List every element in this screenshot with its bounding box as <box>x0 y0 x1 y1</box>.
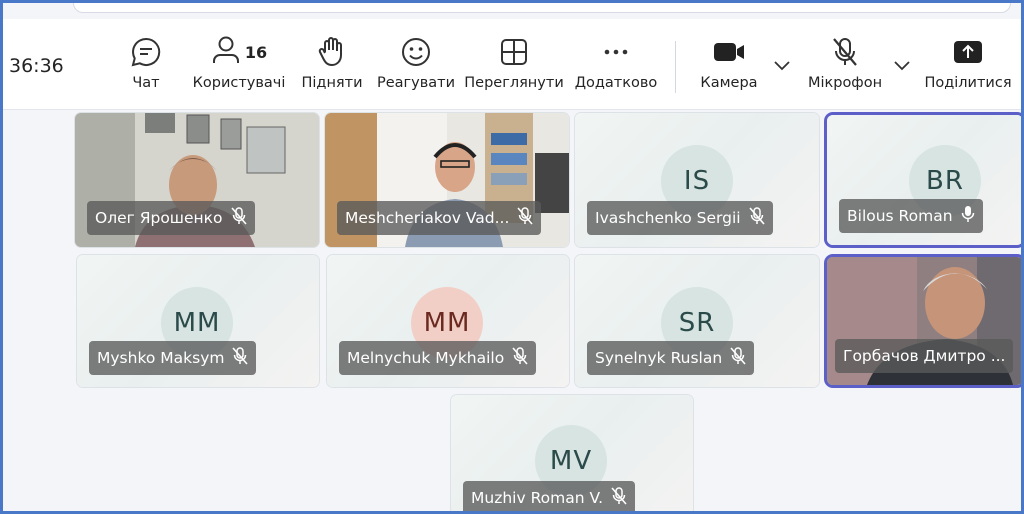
toolbar-divider <box>675 41 676 93</box>
chat-label: Чат <box>132 75 160 91</box>
participant-tile[interactable]: Горбачов Дмитро ... <box>827 257 1021 385</box>
chat-icon <box>130 35 162 69</box>
participant-name: Synelnyk Ruslan <box>595 349 723 367</box>
participant-nametag: Горбачов Дмитро ... <box>835 339 1014 373</box>
participant-name: Muzhiv Roman V. <box>471 489 603 507</box>
participant-name: Горбачов Дмитро ... <box>843 347 1006 365</box>
participant-tile[interactable]: MM Myshko Maksym <box>77 255 319 387</box>
participant-nametag: Muzhiv Roman V. <box>463 481 635 511</box>
participant-nametag: Meshcheriakov Vad... <box>337 201 542 235</box>
participant-tile[interactable]: BR Bilous Roman <box>827 115 1021 245</box>
participant-nametag: Ivashchenko Sergii <box>587 201 773 235</box>
more-icon <box>601 35 631 69</box>
mic-muted-icon <box>509 207 534 229</box>
hand-icon <box>317 35 347 69</box>
more-label: Додатково <box>574 75 658 91</box>
participant-name: Ivashchenko Sergii <box>595 209 741 227</box>
raise-hand-label: Підняти <box>301 75 363 91</box>
meeting-toolbar: 36:36 Чат 16 Користувачі Підняти Реагува… <box>3 19 1021 110</box>
camera-options-chevron-icon[interactable] <box>773 57 791 76</box>
camera-label: Камера <box>700 75 758 91</box>
participant-tile[interactable]: SR Synelnyk Ruslan <box>575 255 819 387</box>
raise-hand-button[interactable]: Підняти <box>299 35 365 99</box>
mic-muted-icon <box>504 347 528 369</box>
meeting-window: 36:36 Чат 16 Користувачі Підняти Реагува… <box>0 0 1024 514</box>
camera-button[interactable]: Камера <box>697 35 761 99</box>
chat-button[interactable]: Чат <box>125 35 167 99</box>
top-strip <box>73 3 1011 13</box>
people-icon <box>211 35 241 69</box>
mic-muted-icon <box>741 207 765 229</box>
mic-options-chevron-icon[interactable] <box>893 57 911 76</box>
react-button[interactable]: Реагувати <box>377 35 455 99</box>
grid-view-icon <box>499 35 529 69</box>
participant-name: Meshcheriakov Vad... <box>345 209 510 227</box>
participant-tile[interactable]: IS Ivashchenko Sergii <box>575 113 819 247</box>
participant-nametag: Synelnyk Ruslan <box>587 341 755 375</box>
mic-muted-icon <box>223 207 247 229</box>
participant-nametag: Melnychuk Mykhailo <box>339 341 537 375</box>
mic-muted-icon <box>603 487 627 509</box>
meeting-timer: 36:36 <box>9 55 64 77</box>
people-count: 16 <box>244 42 268 62</box>
microphone-label: Мікрофон <box>807 75 883 91</box>
participant-name: Myshko Maksym <box>97 349 225 367</box>
view-label: Переглянути <box>464 75 564 91</box>
participant-name: Bilous Roman <box>847 207 953 225</box>
participant-name: Melnychuk Mykhailo <box>347 349 505 367</box>
share-button[interactable]: Поділитися <box>923 35 1013 99</box>
camera-icon <box>712 35 746 69</box>
mic-muted-icon <box>224 347 249 369</box>
participant-nametag: Bilous Roman <box>839 199 983 233</box>
people-label: Користувачі <box>192 75 286 91</box>
participant-tile[interactable]: Meshcheriakov Vad... <box>325 113 569 247</box>
participant-nametag: Олег Ярошенко <box>87 201 255 235</box>
microphone-button[interactable]: Мікрофон <box>803 35 887 99</box>
mic-muted-icon <box>722 347 746 369</box>
view-button[interactable]: Переглянути <box>464 35 564 99</box>
smiley-icon <box>400 35 432 69</box>
participant-nametag: Myshko Maksym <box>89 341 257 375</box>
mic-off-icon <box>830 35 860 69</box>
participant-tile[interactable]: MM Melnychuk Mykhailo <box>327 255 569 387</box>
participant-tile[interactable]: MV Muzhiv Roman V. <box>451 395 693 511</box>
share-label: Поділитися <box>924 75 1012 91</box>
people-button[interactable]: 16 Користувачі <box>191 35 287 99</box>
react-label: Реагувати <box>376 75 456 91</box>
share-icon <box>952 35 984 69</box>
participant-tile[interactable]: Олег Ярошенко <box>75 113 319 247</box>
participant-name: Олег Ярошенко <box>95 209 223 227</box>
more-button[interactable]: Додатково <box>573 35 659 99</box>
mic-on-icon <box>953 205 975 227</box>
